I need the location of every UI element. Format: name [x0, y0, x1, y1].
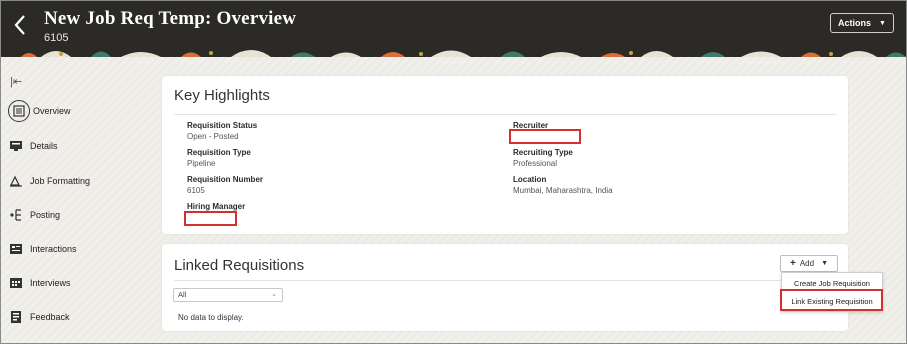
plus-icon: + — [789, 258, 796, 269]
nav-label-interviews: Interviews — [30, 278, 71, 288]
recruiting-type-label: Recruiting Type — [513, 148, 573, 157]
requisition-status-label: Requisition Status — [187, 121, 258, 130]
caret-down-icon: ▼ — [821, 260, 828, 267]
nav-label-posting: Posting — [30, 210, 61, 220]
hiring-manager-label: Hiring Manager — [187, 202, 246, 211]
linked-filter-select[interactable]: All ⌄ — [173, 288, 283, 302]
posting-icon — [8, 207, 24, 223]
nav-item-interactions[interactable]: Interactions — [8, 238, 77, 260]
decorative-banner — [1, 43, 906, 57]
page-header: New Job Req Temp: Overview 6105 Actions … — [1, 1, 906, 49]
nav-label-details: Details — [30, 141, 58, 151]
nav-item-interviews[interactable]: Interviews — [8, 272, 71, 294]
interviews-icon — [8, 275, 24, 291]
hiring-manager-value — [184, 211, 237, 226]
nav-item-details[interactable]: Details — [8, 135, 58, 157]
interactions-icon — [8, 241, 24, 257]
requisition-number-value: 6105 — [187, 186, 205, 195]
chevron-down-icon: ⌄ — [271, 291, 277, 298]
nav-label-overview: Overview — [33, 106, 71, 116]
chevron-left-icon — [14, 15, 25, 35]
location-value: Mumbai, Maharashtra, India — [513, 186, 613, 195]
job-formatting-icon — [8, 173, 24, 189]
overview-icon — [8, 100, 30, 122]
nav-label-interactions: Interactions — [30, 244, 77, 254]
back-button[interactable] — [9, 11, 31, 39]
requisition-status-value: Open - Posted — [187, 132, 239, 141]
requisition-type-value: Pipeline — [187, 159, 216, 168]
card-divider — [174, 280, 836, 281]
menu-item-create-job-requisition[interactable]: Create Job Requisition — [782, 279, 882, 288]
location-label: Location — [513, 175, 547, 184]
add-label: Add — [799, 259, 815, 268]
recruiter-value — [509, 129, 581, 144]
key-highlights-card: Key Highlights — [162, 76, 848, 234]
requisition-type-label: Requisition Type — [187, 148, 251, 157]
add-button[interactable]: + Add ▼ — [780, 255, 838, 272]
feedback-icon — [8, 309, 24, 325]
nav-item-overview[interactable]: Overview — [8, 100, 71, 122]
recruiting-type-value: Professional — [513, 159, 558, 168]
app-frame: New Job Req Temp: Overview 6105 Actions … — [0, 0, 907, 344]
collapse-panel-icon[interactable]: |⇤ — [10, 75, 22, 88]
empty-state-text: No data to display. — [178, 313, 244, 322]
page-title: New Job Req Temp: Overview — [44, 8, 297, 29]
caret-down-icon: ▼ — [879, 19, 886, 27]
highlight-box — [780, 289, 883, 311]
key-highlights-title: Key Highlights — [174, 87, 270, 104]
details-icon — [8, 138, 24, 154]
nav-item-job-formatting[interactable]: Job Formatting — [8, 170, 90, 192]
filter-value: All — [178, 290, 187, 299]
nav-label-feedback: Feedback — [30, 312, 70, 322]
linked-requisitions-title: Linked Requisitions — [174, 257, 305, 274]
card-divider — [174, 114, 836, 115]
nav-label-job-formatting: Job Formatting — [30, 176, 91, 186]
actions-label: Actions — [838, 18, 872, 28]
requisition-number-label: Requisition Number — [187, 175, 264, 184]
actions-button[interactable]: Actions ▼ — [830, 13, 894, 33]
nav-item-feedback[interactable]: Feedback — [8, 306, 70, 328]
nav-item-posting[interactable]: Posting — [8, 204, 60, 226]
